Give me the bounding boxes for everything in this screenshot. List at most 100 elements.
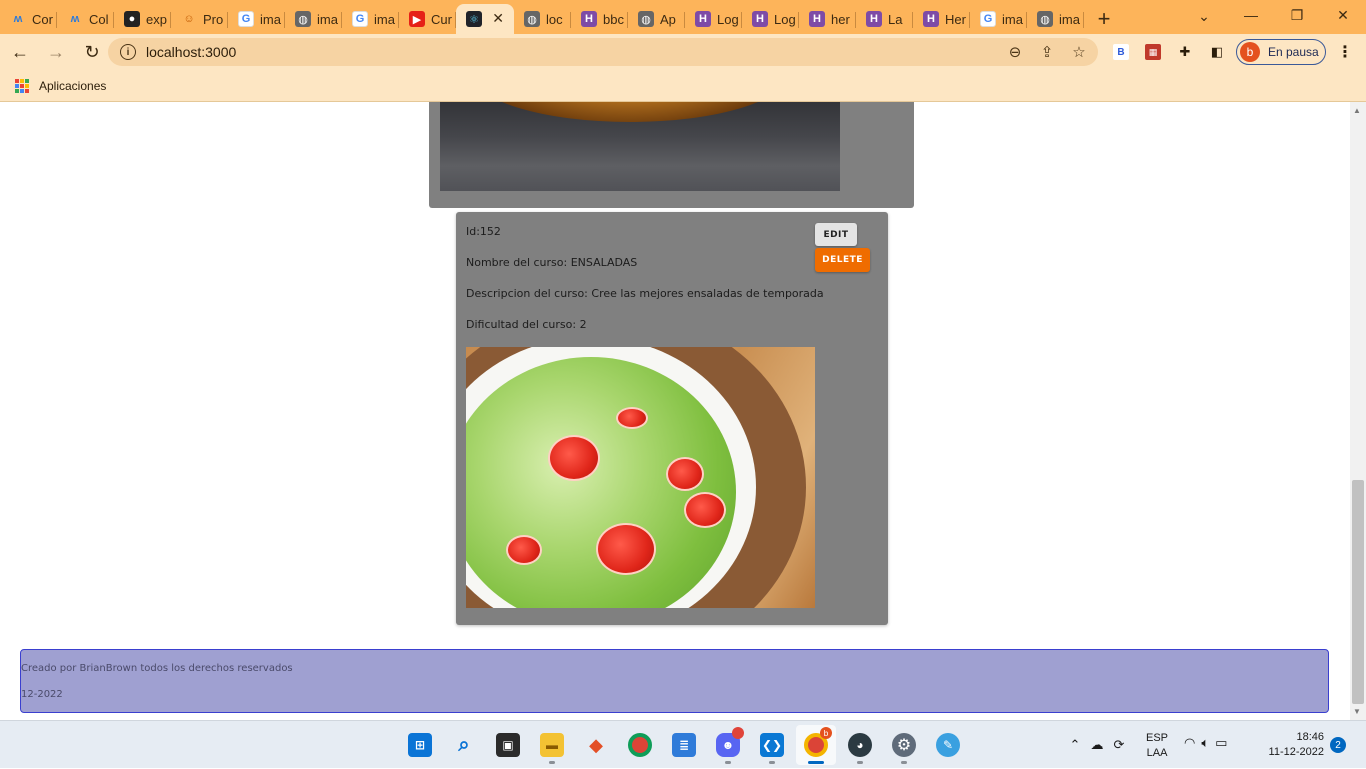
browser-tab[interactable]: ● exp (114, 4, 171, 34)
scroll-up-arrow-icon[interactable]: ▲ (1353, 106, 1361, 115)
browser-tab[interactable]: Gima (970, 4, 1027, 34)
start-button[interactable]: ⊞ (400, 725, 440, 765)
running-indicator (808, 761, 824, 764)
back-arrow-icon[interactable]: ← (4, 36, 36, 68)
tomato-slice (616, 407, 648, 429)
language-code: ESP (1146, 732, 1169, 744)
reload-icon[interactable]: ↻ (76, 36, 108, 68)
close-tab-icon[interactable]: ✕ (492, 10, 504, 27)
taskbar-discord[interactable]: ☻ (708, 725, 748, 765)
taskbar-notepad[interactable]: ≣ (664, 725, 704, 765)
extension-red-icon[interactable]: ▦ (1145, 44, 1161, 60)
browser-tab[interactable]: Gima (228, 4, 285, 34)
github-icon: ● (124, 11, 140, 27)
running-indicator (725, 761, 731, 764)
taskbar-vscode[interactable]: ❮❯ (752, 725, 792, 765)
notification-dot (732, 727, 744, 739)
extensions-area: B ▦ ✚ ◧ (1108, 38, 1230, 66)
course-card: Id:152 Nombre del curso: ENSALADAS Descr… (456, 212, 888, 625)
google-icon: G (238, 11, 254, 27)
zoom-icon[interactable]: ⊖ (1004, 40, 1026, 64)
taskbar-file-explorer[interactable]: ▬ (532, 725, 572, 765)
clock[interactable]: 18:46 11-12-2022 (1262, 730, 1324, 760)
taskbar-settings[interactable]: ⚙ (884, 725, 924, 765)
apps-grid-icon[interactable] (15, 78, 29, 93)
browser-tab[interactable]: ◍ loc (514, 4, 571, 34)
folder-icon: ▬ (540, 733, 564, 757)
browser-tab[interactable]: ◍ ima (1027, 4, 1084, 34)
battery-icon: ▭ (1215, 735, 1228, 750)
browser-tab[interactable]: ▶ Cur (399, 4, 456, 34)
browser-tab[interactable]: ʍ Col (57, 4, 114, 34)
browser-tab[interactable]: H Her (913, 4, 970, 34)
footer-credits: Creado por BrianBrown todos los derechos… (21, 663, 293, 674)
tomato-slice (596, 523, 656, 575)
panda-icon: ◕ (848, 733, 872, 757)
tab-title: her (831, 11, 850, 27)
taskbar-chrome-profile[interactable]: b (796, 725, 836, 765)
windows-taskbar: ⊞ ⌕ ▣ ▬ ◆ ≣ ☻ ❮❯ b ◕ ⚙ ✎ ⌃ ☁ ⟳ ESP LAA ◠… (0, 720, 1366, 768)
bookmark-apps[interactable]: Aplicaciones (39, 79, 106, 93)
course-description: Descripcion del curso: Cree las mejores … (466, 287, 824, 300)
browser-tab-active[interactable]: ⚛ ✕ (456, 4, 514, 34)
bluetooth-logo-icon: ʍ (70, 13, 80, 25)
chevron-up-icon[interactable]: ⌃ (1064, 737, 1086, 753)
tab-search-chevron-icon[interactable]: ⌄ (1192, 4, 1216, 28)
new-tab-button[interactable]: + (1084, 4, 1124, 34)
language-indicator[interactable]: ESP LAA (1146, 731, 1168, 761)
vertical-scrollbar[interactable]: ▲ ▼ (1350, 102, 1366, 720)
address-bar[interactable]: i localhost:3000 ⊖ ⇪ ☆ (108, 38, 1098, 66)
cloud-sync-icon[interactable]: ☁ (1086, 737, 1108, 753)
browser-tab[interactable]: ʍ Cor (0, 4, 57, 34)
profile-emoji-icon: ☺ (183, 13, 195, 25)
browser-tab[interactable]: H Log (742, 4, 799, 34)
clock-time: 18:46 (1296, 731, 1324, 743)
running-indicator (769, 761, 775, 764)
window-controls: — ❐ ✕ (1228, 0, 1366, 30)
delete-button[interactable]: DELETE (815, 248, 870, 272)
site-info-icon[interactable]: i (120, 44, 136, 60)
menu-kebab-icon[interactable]: ⋮ (1334, 38, 1356, 66)
task-view-button[interactable]: ▣ (488, 725, 528, 765)
heroku-icon: H (866, 11, 882, 27)
tab-title: Log (774, 11, 796, 27)
minimize-icon[interactable]: — (1228, 0, 1274, 30)
close-window-icon[interactable]: ✕ (1320, 0, 1366, 30)
quick-settings[interactable]: ◠ 🔈︎ ▭ (1184, 735, 1227, 751)
tab-title: Cor (32, 11, 53, 27)
profile-button[interactable]: b En pausa (1236, 39, 1326, 65)
browser-tab[interactable]: Hbbc (571, 4, 628, 34)
forward-arrow-icon[interactable]: → (40, 36, 72, 68)
windows-logo-icon: ⊞ (408, 733, 432, 757)
bookmark-star-icon[interactable]: ☆ (1068, 40, 1090, 64)
task-view-icon: ▣ (496, 733, 520, 757)
browser-tab[interactable]: Hher (799, 4, 856, 34)
notification-count-badge[interactable]: 2 (1330, 737, 1346, 753)
browser-tab[interactable]: ☺ Pro (171, 4, 228, 34)
browser-tab[interactable]: ◍ Ap (628, 4, 685, 34)
browser-tab[interactable]: H Log (685, 4, 742, 34)
search-button[interactable]: ⌕ (444, 725, 484, 765)
scrollbar-thumb[interactable] (1352, 480, 1364, 704)
course-image-salad (466, 347, 815, 608)
share-icon[interactable]: ⇪ (1036, 40, 1058, 64)
wifi-icon: ◠ (1184, 735, 1196, 750)
side-panel-icon[interactable]: ◧ (1204, 38, 1230, 66)
taskbar-paint[interactable]: ✎ (928, 725, 968, 765)
taskbar-chrome[interactable] (620, 725, 660, 765)
fried-food-shape (470, 102, 790, 122)
edit-button[interactable]: EDIT (815, 223, 857, 246)
browser-tab[interactable]: ◍ ima (285, 4, 342, 34)
restore-icon[interactable]: ❐ (1274, 0, 1320, 30)
browser-tab[interactable]: H La (856, 4, 913, 34)
scroll-down-arrow-icon[interactable]: ▼ (1353, 707, 1361, 716)
extensions-puzzle-icon[interactable]: ✚ (1172, 38, 1198, 66)
taskbar-app[interactable]: ◕ (840, 725, 880, 765)
globe-icon: ◍ (295, 11, 311, 27)
taskbar-app[interactable]: ◆ (576, 725, 616, 765)
git-diamond-icon: ◆ (589, 734, 603, 755)
extension-b-icon[interactable]: B (1113, 44, 1129, 60)
sync-icon[interactable]: ⟳ (1108, 737, 1130, 753)
browser-tab[interactable]: Gima (342, 4, 399, 34)
address-text[interactable]: localhost:3000 (146, 44, 236, 60)
